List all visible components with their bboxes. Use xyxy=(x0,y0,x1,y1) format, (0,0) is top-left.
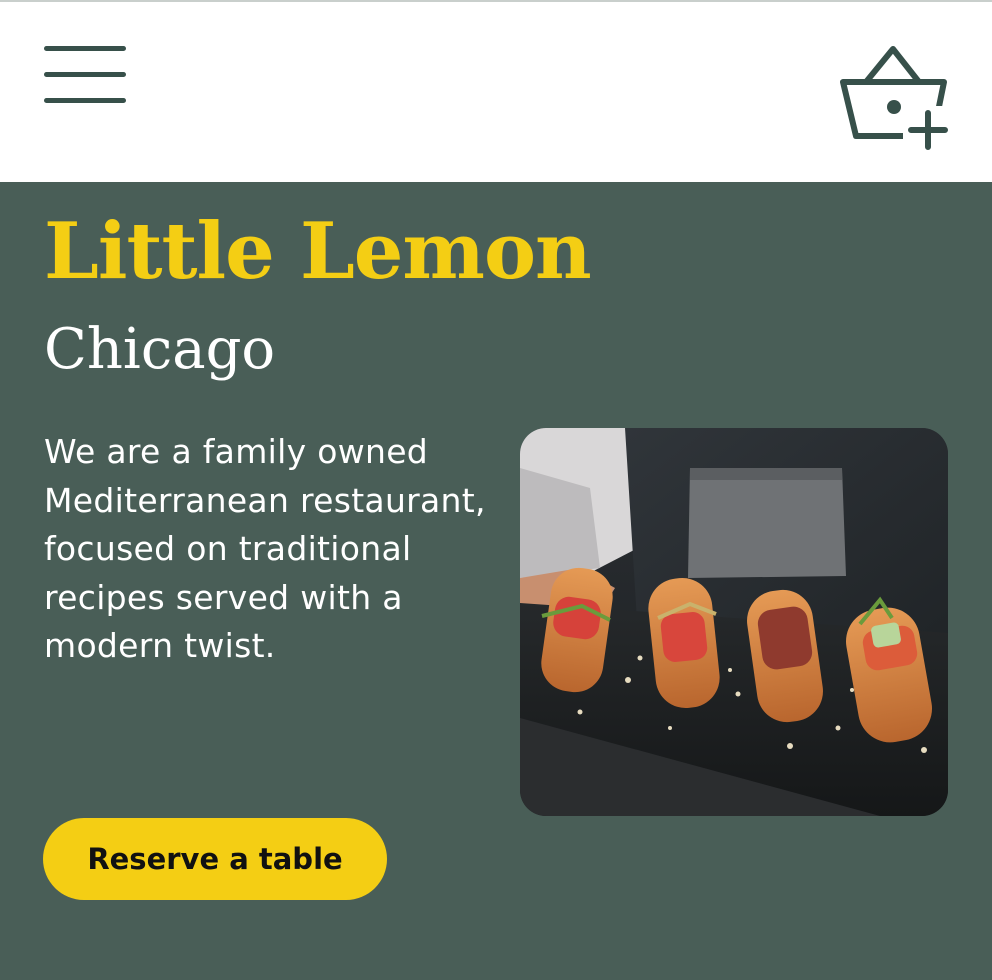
page: Little Lemon Chicago We are a family own… xyxy=(0,0,992,980)
food-platter-photo xyxy=(520,428,948,816)
reserve-table-button[interactable]: Reserve a table xyxy=(43,818,387,900)
restaurant-description: We are a family owned Mediterranean rest… xyxy=(44,432,486,665)
top-navigation-bar xyxy=(0,2,992,182)
hamburger-menu-icon[interactable] xyxy=(42,42,128,108)
hero-section: Little Lemon Chicago We are a family own… xyxy=(0,182,992,980)
location-subtitle: Chicago xyxy=(44,317,276,382)
basket-add-icon[interactable] xyxy=(836,42,952,152)
restaurant-title: Little Lemon xyxy=(44,206,592,297)
